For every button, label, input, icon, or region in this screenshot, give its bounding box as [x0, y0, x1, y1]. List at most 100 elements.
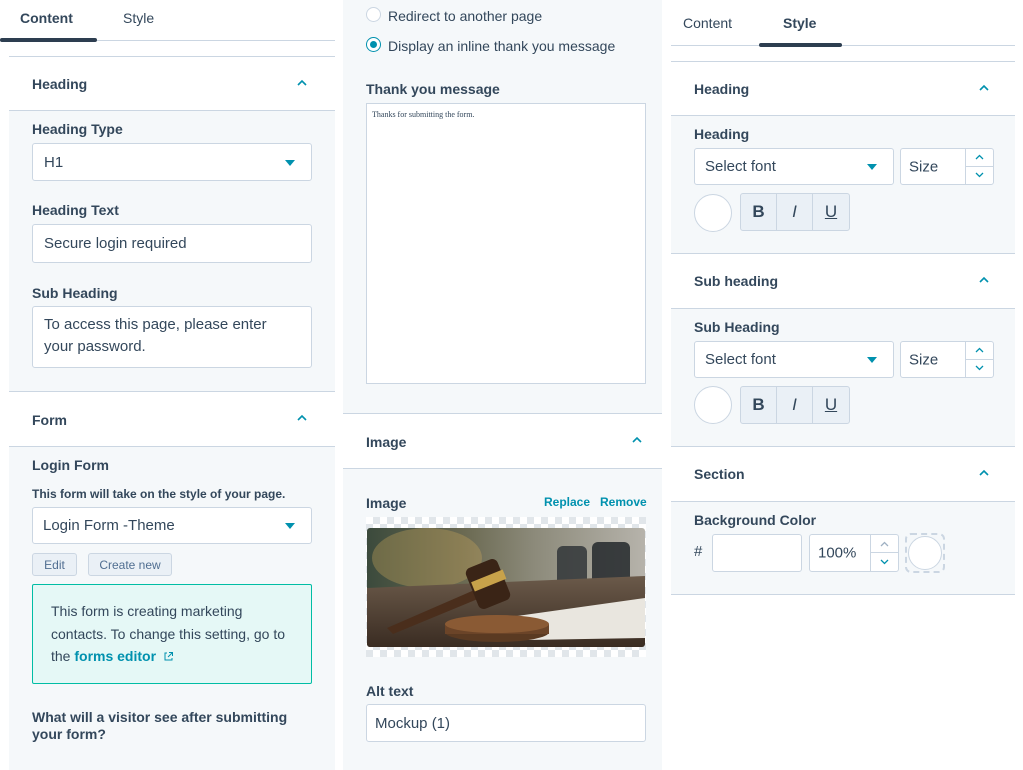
- gavel-image: [367, 528, 645, 647]
- heading-section-header[interactable]: Heading: [9, 56, 335, 111]
- login-form-value: Login Form -Theme: [43, 517, 175, 534]
- heading-font-placeholder: Select font: [705, 158, 776, 175]
- forms-editor-link[interactable]: forms editor: [74, 648, 156, 664]
- edit-form-button[interactable]: Edit: [32, 553, 77, 576]
- style-heading-header[interactable]: Heading: [671, 61, 1015, 116]
- caret-down-icon: [867, 357, 877, 363]
- chevron-up-icon[interactable]: [979, 276, 989, 286]
- style-section-header[interactable]: Section: [671, 447, 1015, 502]
- heading-section-title: Heading: [32, 76, 88, 92]
- login-form-label: Login Form: [32, 457, 109, 473]
- image-field-label: Image: [366, 495, 407, 511]
- sub-heading-font-select[interactable]: Select font: [694, 341, 894, 378]
- image-section-title: Image: [366, 434, 407, 450]
- login-form-select[interactable]: Login Form -Theme: [32, 507, 312, 544]
- tab-style[interactable]: Style: [783, 15, 816, 31]
- style-sub-heading-title: Sub heading: [694, 273, 778, 289]
- heading-color-swatch[interactable]: [694, 194, 732, 232]
- after-submit-question: What will a visitor see after submitting…: [32, 709, 287, 743]
- heading-size-input[interactable]: Size: [900, 148, 994, 185]
- right-panel: Content Style Heading Heading Select fon…: [671, 0, 1015, 770]
- italic-button[interactable]: I: [777, 387, 813, 423]
- replace-image-link[interactable]: Replace: [544, 495, 590, 509]
- thank-you-message-label: Thank you message: [366, 81, 500, 97]
- heading-type-label: Heading Type: [32, 121, 123, 137]
- heading-text-value: Secure login required: [44, 235, 187, 252]
- background-color-swatch: [908, 536, 942, 570]
- sub-heading-line: To access this page, please enter: [44, 316, 267, 333]
- background-color-swatch-frame[interactable]: [905, 533, 945, 573]
- radio-inline-message[interactable]: [366, 37, 381, 52]
- left-panel: Content Style Heading Heading Type H1 He…: [0, 0, 335, 770]
- sub-heading-size-input[interactable]: Size: [900, 341, 994, 378]
- bold-button[interactable]: B: [741, 194, 777, 230]
- background-hex-input[interactable]: [712, 534, 802, 572]
- style-heading-title: Heading: [694, 81, 750, 97]
- caret-down-icon: [285, 160, 295, 166]
- thank-you-message-editor[interactable]: Thanks for submitting the form.: [366, 103, 646, 384]
- radio-inline-label: Display an inline thank you message: [388, 38, 616, 54]
- image-preview-frame[interactable]: [366, 517, 646, 657]
- chevron-up-icon[interactable]: [979, 469, 989, 479]
- sub-heading-font-label: Sub Heading: [694, 319, 780, 335]
- create-new-form-button[interactable]: Create new: [88, 553, 172, 576]
- bold-button[interactable]: B: [741, 387, 777, 423]
- background-opacity-input[interactable]: 100%: [809, 534, 899, 572]
- radio-redirect-label: Redirect to another page: [388, 8, 543, 24]
- stepper-up-icon[interactable]: [966, 342, 993, 360]
- tab-bar-divider: [671, 45, 1015, 46]
- underline-button[interactable]: U: [813, 194, 849, 230]
- sub-heading-font-placeholder: Select font: [705, 351, 776, 368]
- form-section-title: Form: [32, 412, 67, 428]
- external-link-icon: [164, 652, 173, 661]
- tab-content[interactable]: Content: [20, 10, 73, 26]
- sub-heading-color-swatch[interactable]: [694, 386, 732, 424]
- opacity-stepper: [870, 535, 898, 571]
- size-stepper: [965, 342, 993, 377]
- sub-heading-label: Sub Heading: [32, 285, 118, 301]
- chevron-up-icon[interactable]: [979, 84, 989, 94]
- heading-format-buttons: B I U: [740, 193, 850, 231]
- stepper-down-icon[interactable]: [871, 553, 898, 571]
- remove-image-link[interactable]: Remove: [600, 495, 647, 509]
- tab-content[interactable]: Content: [683, 15, 732, 31]
- opacity-value: 100%: [818, 544, 857, 562]
- tab-style[interactable]: Style: [123, 10, 154, 26]
- active-tab-indicator: [0, 38, 97, 42]
- chevron-up-icon[interactable]: [632, 436, 642, 446]
- stepper-down-icon[interactable]: [966, 167, 993, 185]
- alt-text-input[interactable]: Mockup (1): [366, 704, 646, 742]
- image-section-header[interactable]: Image: [343, 413, 662, 469]
- sub-heading-textarea[interactable]: To access this page, please enter your p…: [32, 306, 312, 368]
- after-submit-line: your form?: [32, 726, 106, 742]
- alt-text-value: Mockup (1): [375, 714, 451, 732]
- heading-text-input[interactable]: Secure login required: [32, 224, 312, 263]
- heading-text-label: Heading Text: [32, 202, 119, 218]
- active-tab-indicator: [759, 43, 842, 47]
- underline-button[interactable]: U: [813, 387, 849, 423]
- after-submit-line: What will a visitor see after submitting: [32, 709, 288, 725]
- form-style-note: This form will take on the style of your…: [32, 487, 286, 501]
- heading-type-value: H1: [44, 153, 64, 171]
- chevron-up-icon[interactable]: [297, 414, 307, 424]
- heading-size-placeholder: Size: [909, 158, 939, 175]
- callout-prefix: the: [51, 648, 71, 664]
- heading-type-select[interactable]: H1: [32, 143, 312, 181]
- heading-font-select[interactable]: Select font: [694, 148, 894, 185]
- callout-line: This form is creating marketing: [51, 603, 243, 619]
- sub-heading-size-placeholder: Size: [909, 351, 939, 368]
- sub-heading-line: your password.: [44, 338, 146, 355]
- callout-line: contacts. To change this setting, go to: [51, 625, 286, 642]
- stepper-down-icon[interactable]: [966, 360, 993, 378]
- italic-button[interactable]: I: [777, 194, 813, 230]
- stepper-up-icon[interactable]: [966, 149, 993, 167]
- sub-heading-format-buttons: B I U: [740, 386, 850, 424]
- style-sub-heading-header[interactable]: Sub heading: [671, 254, 1015, 309]
- callout-line: the forms editor: [51, 645, 293, 668]
- chevron-up-icon[interactable]: [297, 79, 307, 89]
- caret-down-icon: [285, 523, 295, 529]
- form-section-header[interactable]: Form: [9, 391, 335, 447]
- stepper-up-icon[interactable]: [871, 535, 898, 553]
- hex-hash-label: #: [694, 543, 703, 560]
- radio-redirect[interactable]: [366, 7, 381, 22]
